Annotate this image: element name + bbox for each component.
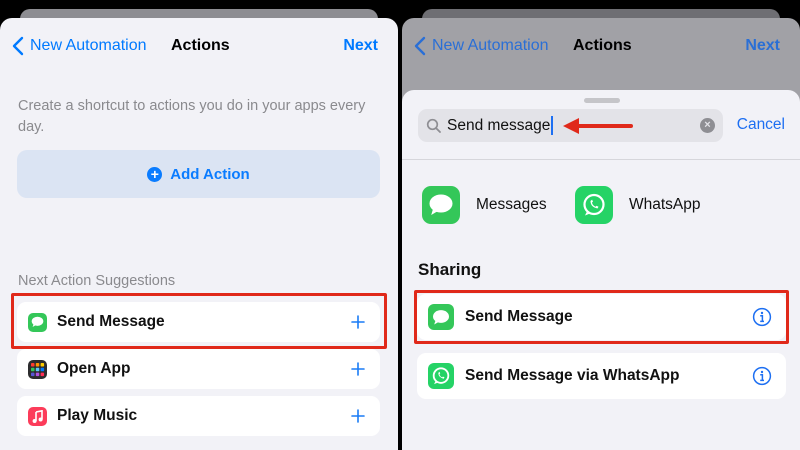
- red-arrow-annotation: [563, 118, 633, 134]
- suggestion-label: Play Music: [57, 407, 138, 424]
- app-whatsapp[interactable]: WhatsApp: [575, 186, 701, 224]
- add-icon[interactable]: [346, 310, 370, 334]
- helper-text: Create a shortcut to actions you do in y…: [18, 98, 366, 135]
- divider: [402, 159, 800, 160]
- search-sheet: Send message × Cancel Messages WhatsApp …: [402, 90, 800, 450]
- messages-icon: [28, 312, 47, 332]
- app-label: WhatsApp: [629, 196, 701, 213]
- info-icon[interactable]: [752, 307, 772, 327]
- search-icon: [426, 118, 441, 133]
- nav-bar: New Automation Actions Next: [402, 18, 800, 74]
- info-icon[interactable]: [752, 366, 772, 386]
- left-screen: New Automation Actions Next Create a sho…: [0, 0, 398, 450]
- result-label: Send Message: [465, 308, 573, 325]
- text-caret: [551, 116, 554, 135]
- next-button[interactable]: Next: [343, 37, 378, 55]
- page-title: Actions: [171, 37, 230, 54]
- suggestion-label: Send Message: [57, 313, 165, 330]
- section-header: Sharing: [418, 260, 482, 279]
- search-value: Send message: [447, 116, 551, 134]
- open-app-icon: [28, 359, 47, 379]
- suggestion-label: Open App: [57, 360, 131, 377]
- whatsapp-icon: [428, 363, 454, 389]
- messages-icon: [422, 186, 460, 224]
- add-action-label: Add Action: [170, 165, 250, 183]
- result-label: Send Message via WhatsApp: [465, 367, 680, 384]
- messages-icon: [428, 304, 454, 330]
- sheet-grabber[interactable]: [584, 98, 620, 103]
- add-icon[interactable]: [346, 357, 370, 381]
- page-title: Actions: [573, 37, 632, 54]
- suggestions-header: Next Action Suggestions: [18, 273, 176, 289]
- whatsapp-icon: [575, 186, 613, 224]
- next-button[interactable]: Next: [745, 37, 780, 55]
- suggestion-open-app[interactable]: Open App: [17, 349, 380, 389]
- suggestion-play-music[interactable]: Play Music: [17, 396, 380, 436]
- result-send-message[interactable]: Send Message: [417, 294, 786, 340]
- plus-circle-icon: +: [147, 166, 163, 182]
- nav-bar: New Automation Actions Next: [0, 18, 398, 74]
- suggestion-send-message[interactable]: Send Message: [17, 302, 380, 342]
- app-messages[interactable]: Messages: [422, 186, 547, 224]
- add-action-button[interactable]: + Add Action: [17, 150, 380, 198]
- right-screen: New Automation Actions Next Send message…: [402, 0, 800, 450]
- cancel-button[interactable]: Cancel: [737, 116, 785, 134]
- add-icon[interactable]: [346, 404, 370, 428]
- result-send-message-via-whatsapp[interactable]: Send Message via WhatsApp: [417, 353, 786, 399]
- app-label: Messages: [476, 196, 547, 213]
- music-icon: [28, 406, 47, 426]
- clear-icon[interactable]: ×: [700, 118, 715, 133]
